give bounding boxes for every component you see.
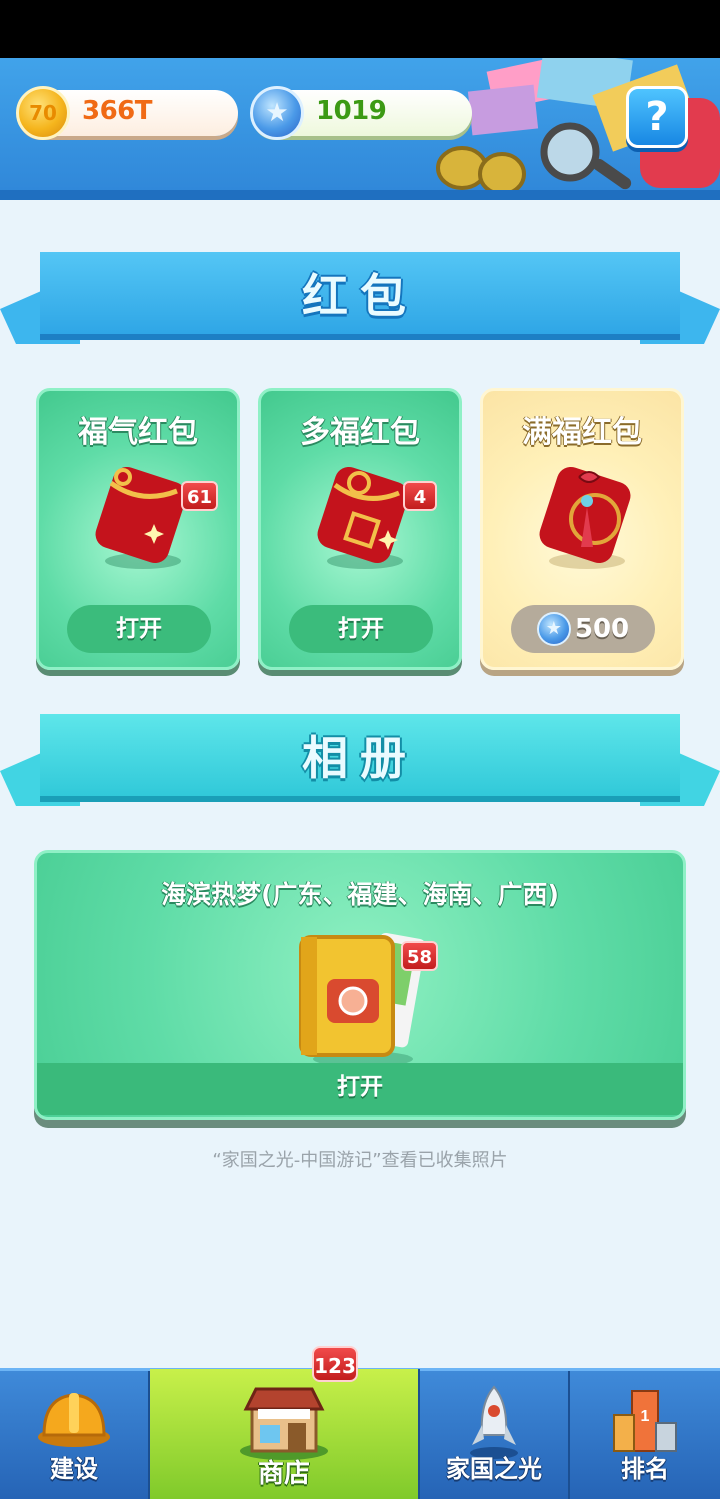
album-hint-text: “家国之光-中国游记”查看已收集照片: [212, 1150, 508, 1171]
svg-text:1: 1: [641, 1408, 650, 1425]
tab-home-light-label: 家国之光: [446, 1455, 542, 1483]
red-packet-card-duofu[interactable]: 多福红包 4 打开: [258, 388, 462, 670]
red-packets-title: 红包: [302, 269, 418, 323]
podium-icon: 1: [613, 1390, 677, 1452]
album-name: 海滨热梦(广东、福建、海南、广西): [161, 880, 559, 909]
buy-button[interactable]: ★ 500: [511, 605, 655, 653]
price-amount: 500: [574, 614, 630, 644]
star-gem-icon: ★: [250, 86, 304, 140]
album-section-header: 相册: [0, 704, 720, 814]
red-packet-count-badge: 4: [403, 481, 437, 511]
status-bar: [0, 0, 720, 58]
gem-amount: 1019: [316, 96, 387, 126]
shop-notification-badge: 123: [312, 1346, 358, 1382]
album-count-badge: 58: [401, 941, 439, 971]
coin-balance[interactable]: 70 366T: [16, 86, 238, 140]
tab-home-light[interactable]: 家国之光: [420, 1371, 570, 1499]
gem-balance[interactable]: ★ 1019: [250, 86, 472, 140]
star-gem-icon: ★: [536, 611, 571, 646]
red-envelope-icon: [95, 466, 187, 569]
tab-shop[interactable]: 商店: [150, 1369, 420, 1499]
red-packet-card-fuqi[interactable]: 福气红包 61 打开: [36, 388, 240, 670]
red-envelope-icon: [539, 466, 631, 569]
help-icon: ?: [645, 94, 669, 140]
red-packet-count-badge: 61: [181, 481, 219, 511]
album-title: 相册: [302, 731, 418, 785]
red-packets-section-header: 红包: [0, 242, 720, 352]
coin-amount: 366T: [82, 96, 153, 126]
album-card[interactable]: 海滨热梦(广东、福建、海南、广西) 58 打开: [34, 850, 686, 1120]
open-button[interactable]: 打开: [289, 605, 433, 653]
tab-shop-label: 商店: [257, 1459, 310, 1489]
red-envelope-icon: [317, 466, 409, 569]
help-button[interactable]: ?: [626, 86, 688, 148]
tab-rank-label: 排名: [621, 1455, 669, 1483]
red-packet-name: 多福红包: [300, 415, 420, 450]
hardhat-icon: [38, 1393, 110, 1447]
shop-building-icon: [240, 1387, 328, 1460]
tab-build[interactable]: 建设: [0, 1371, 150, 1499]
red-packet-name: 福气红包: [78, 415, 198, 450]
tab-rank[interactable]: 1 排名: [570, 1371, 720, 1499]
red-packet-card-manfu[interactable]: 满福红包 ★ 500: [480, 388, 684, 670]
coin-icon: 70: [16, 86, 70, 140]
open-button[interactable]: 打开: [67, 605, 211, 653]
open-album-button[interactable]: 打开: [37, 1067, 683, 1101]
red-packet-name: 满福红包: [522, 415, 642, 450]
tab-build-label: 建设: [50, 1455, 98, 1483]
rocket-icon: [470, 1385, 518, 1459]
bottom-tab-bar: 建设 商店 家国之光 1 排名: [0, 1368, 720, 1499]
